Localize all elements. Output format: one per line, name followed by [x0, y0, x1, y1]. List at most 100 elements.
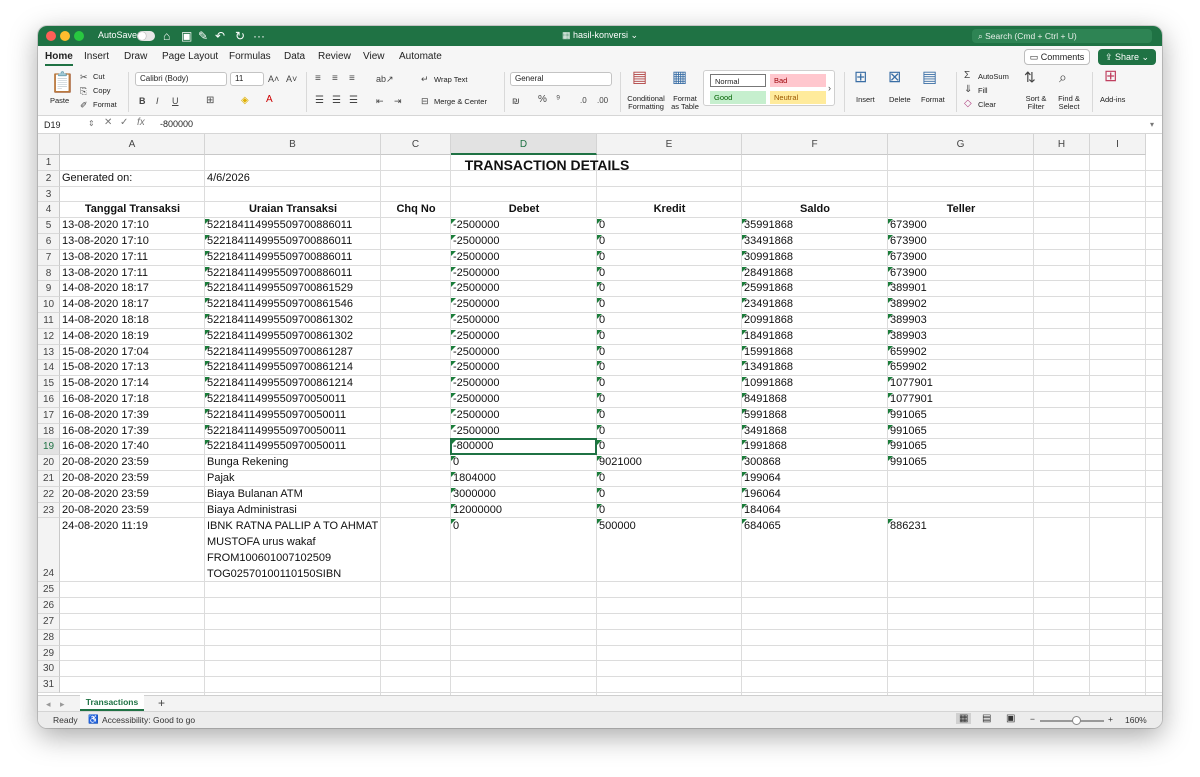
table-cell[interactable]: -2500000 [451, 376, 500, 391]
sheet-tab-transactions[interactable]: Transactions [80, 695, 144, 711]
tab-page-layout[interactable]: Page Layout [162, 51, 218, 62]
table-cell[interactable]: 522184114995509700886011 [205, 250, 352, 265]
table-cell[interactable]: 13-08-2020 17:10 [60, 218, 149, 233]
table-cell-line[interactable]: MUSTOFA urus wakaf [205, 535, 316, 550]
column-header-h[interactable]: H [1034, 134, 1090, 155]
paste-icon[interactable]: 📋 [50, 72, 75, 94]
add-sheet-icon[interactable]: + [158, 697, 165, 709]
table-cell[interactable]: 28491868 [742, 266, 793, 281]
style-neutral[interactable]: Neutral [770, 91, 826, 104]
font-name-select[interactable]: Calibri (Body) [135, 72, 227, 86]
row-header-5[interactable]: 5 [38, 218, 60, 234]
align-right-icon[interactable]: ☰ [349, 95, 358, 107]
row-header-22[interactable]: 22 [38, 486, 60, 503]
table-cell[interactable]: -2500000 [451, 281, 500, 296]
fill-color-icon[interactable]: ◈ [241, 95, 249, 107]
chevron-down-icon[interactable]: ⌄ [628, 30, 639, 40]
table-cell[interactable]: 199064 [742, 471, 781, 486]
table-cell[interactable]: 16-08-2020 17:39 [60, 408, 149, 423]
format-painter-icon[interactable]: ✐ [80, 99, 88, 111]
merge-center-button[interactable]: Merge & Center [434, 97, 487, 106]
table-cell[interactable]: -2500000 [451, 392, 500, 407]
table-cell[interactable]: -2500000 [451, 360, 500, 375]
generated-date[interactable]: 4/6/2026 [205, 171, 250, 186]
table-cell[interactable]: 659902 [888, 345, 927, 360]
row-header-4[interactable]: 4 [38, 202, 60, 219]
delete-cells-button[interactable]: Delete [889, 95, 911, 104]
table-cell[interactable]: 15-08-2020 17:04 [60, 345, 149, 360]
merge-center-icon[interactable]: ⊟ [421, 95, 429, 107]
tab-draw[interactable]: Draw [124, 51, 147, 62]
column-header-e[interactable]: E [597, 134, 742, 155]
table-cell[interactable]: 20-08-2020 23:59 [60, 455, 149, 470]
borders-icon[interactable]: ⊞ [206, 95, 214, 107]
fill-icon[interactable]: ⇓ [964, 84, 972, 96]
table-cell[interactable]: Bunga Rekening [205, 455, 288, 470]
table-cell[interactable]: 389903 [888, 313, 927, 328]
table-cell[interactable]: -2500000 [451, 313, 500, 328]
table-cell[interactable]: 8491868 [742, 392, 787, 407]
select-all-corner[interactable] [38, 134, 60, 155]
header-cell[interactable]: Teller [888, 202, 1034, 217]
table-cell[interactable]: 16-08-2020 17:18 [60, 392, 149, 407]
column-header-b[interactable]: B [205, 134, 381, 155]
align-left-icon[interactable]: ☰ [315, 95, 324, 107]
table-cell[interactable]: Biaya Administrasi [205, 503, 297, 518]
row-header-13[interactable]: 13 [38, 344, 60, 361]
table-cell[interactable]: 3000000 [451, 487, 496, 502]
table-cell[interactable]: 12000000 [451, 503, 502, 518]
fill-button[interactable]: Fill [978, 86, 988, 95]
tab-data[interactable]: Data [284, 51, 305, 62]
header-cell[interactable]: Saldo [742, 202, 888, 217]
autosum-button[interactable]: AutoSum [978, 72, 1009, 81]
table-cell[interactable]: 522184114995509700886011 [205, 266, 352, 281]
table-cell[interactable]: 522184114995509700861287 [205, 345, 353, 360]
row-header-15[interactable]: 15 [38, 376, 60, 392]
table-cell[interactable]: 522184114995509700861302 [205, 329, 353, 344]
name-box[interactable]: D19 [42, 118, 94, 132]
copy-icon[interactable]: ⎘ [80, 85, 87, 97]
underline-icon[interactable]: U [172, 95, 179, 107]
table-cell[interactable]: 522184114995509700861214 [205, 376, 353, 391]
align-bottom-icon[interactable]: ≡ [349, 73, 355, 85]
table-cell[interactable]: 389903 [888, 329, 927, 344]
row-header-10[interactable]: 10 [38, 297, 60, 313]
tab-home[interactable]: Home [45, 51, 73, 66]
sort-filter-icon[interactable]: ⇅ [1024, 70, 1036, 84]
search-input[interactable]: ⌕ Search (Cmd + Ctrl + U) [972, 29, 1152, 43]
table-cell[interactable]: 30991868 [742, 250, 793, 265]
table-cell[interactable]: 991065 [888, 424, 927, 439]
column-header-f[interactable]: F [742, 134, 888, 155]
row-header-31[interactable]: 31 [38, 677, 60, 693]
align-center-icon[interactable]: ☰ [332, 95, 341, 107]
autosum-icon[interactable]: Σ [964, 70, 970, 82]
row-header-3[interactable]: 3 [38, 186, 60, 203]
table-cell[interactable]: -2500000 [451, 234, 500, 249]
align-middle-icon[interactable]: ≡ [332, 73, 338, 85]
table-cell[interactable]: 20991868 [742, 313, 793, 328]
table-cell[interactable]: 389901 [888, 281, 927, 296]
conditional-formatting-icon[interactable]: ▤ [632, 70, 647, 86]
comma-style-icon[interactable]: ⁹ [556, 94, 560, 106]
row-header-20[interactable]: 20 [38, 455, 60, 471]
paste-label[interactable]: Paste [50, 96, 69, 105]
row-header-9[interactable]: 9 [38, 281, 60, 298]
table-cell[interactable]: 16-08-2020 17:39 [60, 424, 149, 439]
row-header-26[interactable]: 26 [38, 598, 60, 614]
conditional-formatting-button[interactable]: Conditional Formatting [626, 95, 666, 111]
table-cell-line[interactable]: TOG02570100110150SIBN [205, 567, 341, 582]
generated-label[interactable]: Generated on: [60, 171, 132, 186]
row-header-28[interactable]: 28 [38, 629, 60, 646]
page-break-view-icon[interactable]: ▣ [1006, 713, 1015, 724]
row-header-12[interactable]: 12 [38, 328, 60, 345]
table-cell[interactable]: 13491868 [742, 360, 793, 375]
table-cell[interactable]: -2500000 [451, 345, 500, 360]
style-good[interactable]: Good [710, 91, 766, 104]
decrease-decimal-icon[interactable]: .00 [597, 95, 608, 107]
table-cell[interactable]: 10991868 [742, 376, 793, 391]
table-cell[interactable]: 24-08-2020 11:19 [60, 519, 148, 534]
row-header-11[interactable]: 11 [38, 313, 60, 329]
format-cells-button[interactable]: Format [921, 95, 945, 104]
table-cell[interactable]: 1991868 [742, 439, 787, 454]
cut-icon[interactable]: ✂ [80, 71, 88, 83]
